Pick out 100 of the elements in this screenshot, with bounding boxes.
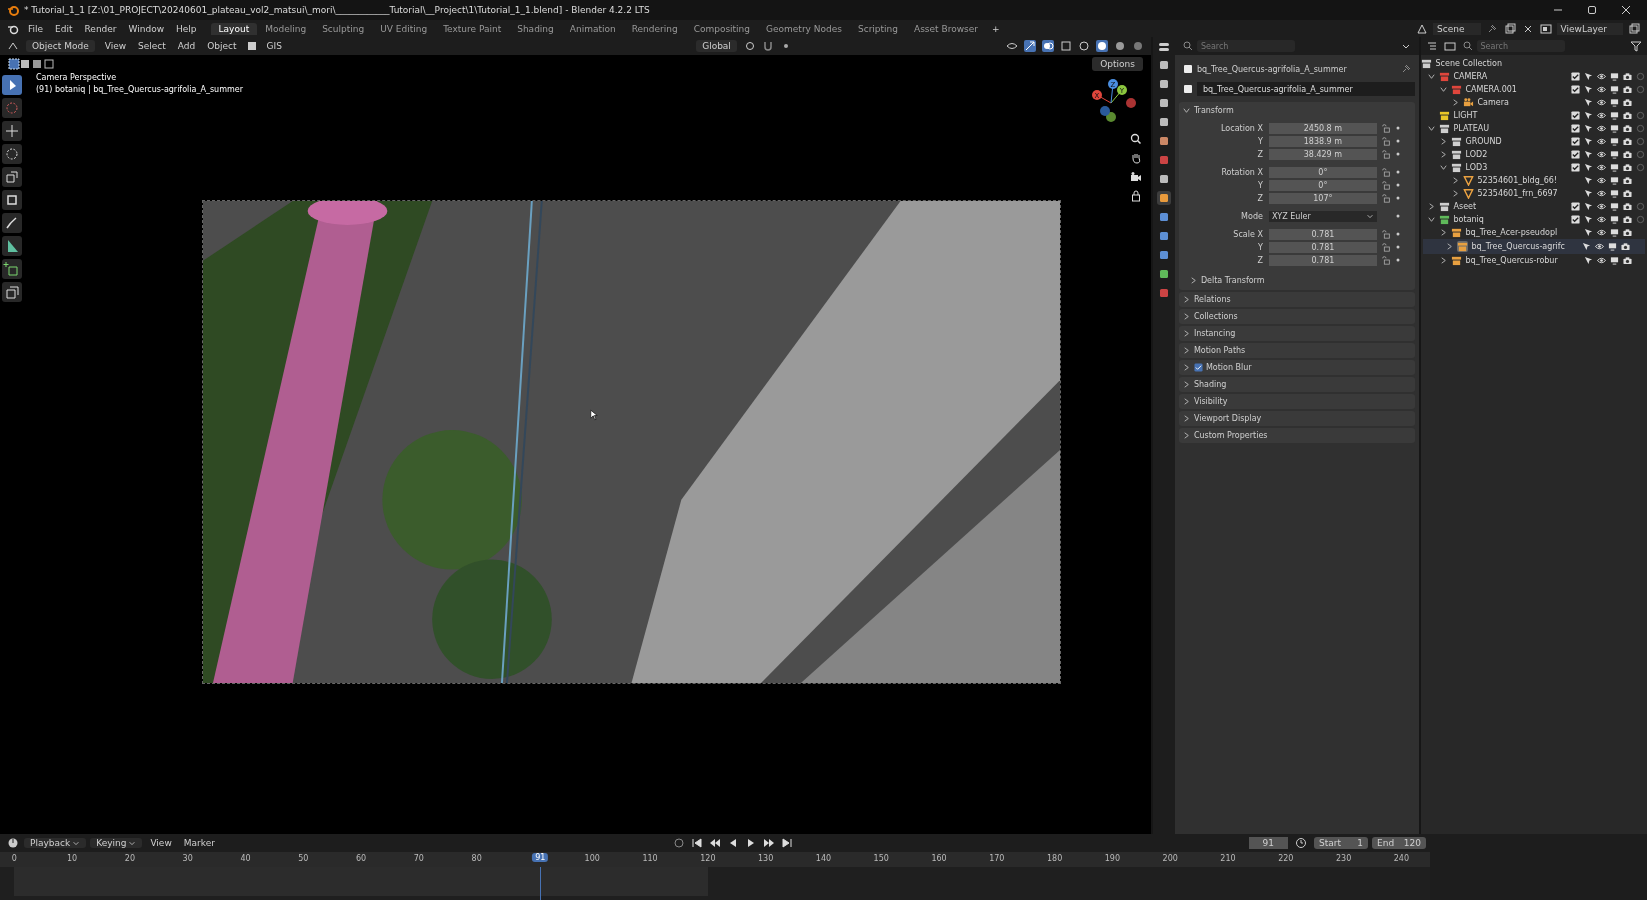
eye-icon[interactable] <box>1597 256 1606 265</box>
previous-keyframe-icon[interactable] <box>708 837 721 849</box>
workspace-tab[interactable]: Geometry Nodes <box>758 22 850 35</box>
collapsed-panel[interactable]: Shading <box>1178 377 1415 392</box>
camera-icon[interactable] <box>1623 176 1632 185</box>
monitor-icon[interactable] <box>1610 124 1619 133</box>
view-layer-selector[interactable]: ViewLayer <box>1556 22 1623 35</box>
workspace-tab[interactable]: Shading <box>509 22 562 35</box>
menu-item[interactable]: File <box>22 23 50 34</box>
eye-icon[interactable] <box>1595 242 1604 251</box>
collapsed-panel[interactable]: Motion Blur <box>1178 360 1415 375</box>
outliner-item[interactable]: CAMERA.001 <box>1465 85 1517 94</box>
camera-icon[interactable] <box>1623 256 1632 265</box>
number-field[interactable]: 0° <box>1268 179 1377 191</box>
zoom-icon[interactable] <box>1129 133 1142 145</box>
outliner-item[interactable]: bq_Tree_Quercus-robur <box>1465 256 1558 265</box>
camera-icon[interactable] <box>1623 72 1632 81</box>
collapsed-panel[interactable]: Viewport Display <box>1178 411 1415 426</box>
timeline-menu[interactable]: Marker <box>177 838 221 848</box>
keyframe-dot-icon[interactable] <box>1394 244 1401 250</box>
keyframe-dot-icon[interactable] <box>1394 182 1401 188</box>
collapsed-panel[interactable]: Relations <box>1178 292 1415 307</box>
camera-icon[interactable] <box>1623 137 1632 146</box>
camera-icon[interactable] <box>1621 242 1630 251</box>
chevron-icon[interactable] <box>1438 85 1448 94</box>
checkbox[interactable] <box>1571 202 1580 211</box>
gis-menu[interactable]: GIS <box>260 41 288 51</box>
monitor-icon[interactable] <box>1610 228 1619 237</box>
rendered-shading-icon[interactable] <box>1131 40 1144 52</box>
menu-item[interactable]: Help <box>170 23 203 34</box>
workspace-tab[interactable]: Layout <box>210 22 258 35</box>
options-dropdown[interactable]: Options <box>1092 57 1143 71</box>
chevron-icon[interactable] <box>1426 215 1436 224</box>
keyframe-dot-icon[interactable] <box>1394 151 1401 157</box>
eye-icon[interactable] <box>1597 202 1606 211</box>
search-field[interactable]: Search <box>1196 40 1295 52</box>
number-field[interactable]: 38.429 m <box>1268 148 1377 160</box>
monitor-icon[interactable] <box>1610 163 1619 172</box>
start-frame-field[interactable]: 1 <box>1357 838 1363 848</box>
outliner-item[interactable]: bq_Tree_Acer-pseudopl <box>1465 228 1558 237</box>
viewport-menu[interactable]: Object <box>201 41 243 51</box>
tool-icon[interactable] <box>2 213 22 233</box>
properties-tab-icon[interactable] <box>1156 191 1171 205</box>
number-field[interactable]: 0.781 <box>1268 254 1377 266</box>
visibility-icon[interactable] <box>1005 40 1018 52</box>
monitor-icon[interactable] <box>1610 85 1619 94</box>
chevron-icon[interactable] <box>1426 124 1436 133</box>
checkbox[interactable] <box>1193 363 1203 372</box>
menu-item[interactable]: Render <box>78 23 123 34</box>
pivot-icon[interactable] <box>743 40 756 52</box>
keyframe-dot-icon[interactable] <box>1394 213 1401 219</box>
camera-icon[interactable] <box>1129 171 1142 183</box>
jump-to-end-icon[interactable] <box>780 837 793 849</box>
checkbox[interactable] <box>1571 72 1580 81</box>
eye-icon[interactable] <box>1597 163 1606 172</box>
editor-type-icon[interactable] <box>1157 41 1170 53</box>
workspace-tab[interactable]: Asset Browser <box>906 22 986 35</box>
eye-icon[interactable] <box>1597 98 1606 107</box>
outliner-item[interactable]: PLATEAU <box>1453 124 1490 133</box>
outliner-item[interactable]: botaniq <box>1453 215 1484 224</box>
timeline-menu[interactable]: Playback <box>24 838 87 848</box>
hand-icon[interactable] <box>1129 152 1142 164</box>
camera-icon[interactable] <box>1623 150 1632 159</box>
add-workspace-button[interactable]: + <box>985 23 1006 34</box>
gizmo-toggle-icon[interactable] <box>1023 40 1036 52</box>
outliner-item[interactable]: 52354601_bldg_66! <box>1477 176 1558 185</box>
monitor-icon[interactable] <box>1610 202 1619 211</box>
timeline-menu[interactable]: View <box>144 838 178 848</box>
eye-icon[interactable] <box>1597 228 1606 237</box>
filter-view-icon[interactable] <box>1443 40 1456 52</box>
mode-dropdown[interactable]: XYZ Euler <box>1268 210 1377 222</box>
panel-title[interactable]: Visibility <box>1193 397 1228 406</box>
panel-title[interactable]: Relations <box>1193 295 1231 304</box>
camera-icon[interactable] <box>1623 228 1632 237</box>
orientation-dropdown[interactable]: Global <box>696 40 737 52</box>
monitor-icon[interactable] <box>1610 176 1619 185</box>
end-frame-field[interactable]: 120 <box>1403 838 1421 848</box>
maximize-icon[interactable] <box>1587 5 1597 15</box>
jump-to-start-icon[interactable] <box>690 837 703 849</box>
monitor-icon[interactable] <box>1610 111 1619 120</box>
duplicate-icon[interactable] <box>1628 22 1640 35</box>
display-mode-icon[interactable] <box>1425 40 1438 52</box>
mode-dropdown[interactable]: Object Mode <box>26 40 95 52</box>
panel-title[interactable]: Collections <box>1193 312 1238 321</box>
eye-icon[interactable] <box>1597 176 1606 185</box>
number-field[interactable]: 2450.8 m <box>1268 122 1377 134</box>
menu-item[interactable]: Window <box>122 23 171 34</box>
keyframe-dot-icon[interactable] <box>1394 257 1401 263</box>
panel-title[interactable]: Custom Properties <box>1193 431 1268 440</box>
chevron-icon[interactable] <box>1438 163 1448 172</box>
checkbox[interactable] <box>1571 215 1580 224</box>
monitor-icon[interactable] <box>1610 256 1619 265</box>
tool-icon[interactable] <box>2 190 22 210</box>
workspace-tab[interactable]: Compositing <box>685 22 759 35</box>
number-field[interactable]: 0.781 <box>1268 228 1377 240</box>
monitor-icon[interactable] <box>1608 242 1617 251</box>
panel-title[interactable]: Viewport Display <box>1193 414 1262 423</box>
camera-icon[interactable] <box>1623 215 1632 224</box>
camera-icon[interactable] <box>1623 85 1632 94</box>
solid-shading-icon[interactable] <box>1095 40 1108 52</box>
